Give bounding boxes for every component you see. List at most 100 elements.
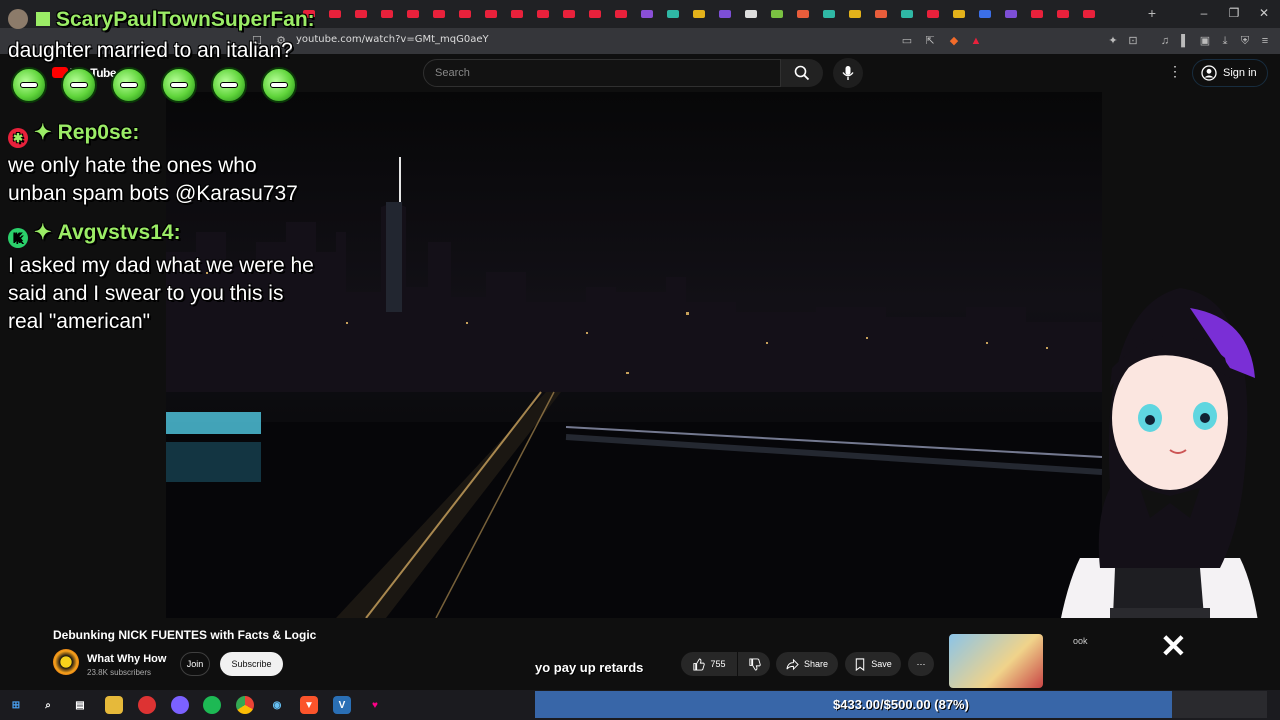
obs-icon[interactable] (138, 696, 156, 714)
downloads-icon[interactable]: ⤓ (1218, 34, 1232, 48)
minimize-icon[interactable]: – (1194, 4, 1214, 22)
more-options-icon[interactable]: ⋮ (1166, 63, 1184, 80)
search-icon[interactable]: ⌕ (39, 696, 57, 714)
channel-name[interactable]: What Why How (87, 653, 166, 665)
sign-in-button[interactable]: Sign in (1192, 59, 1268, 87)
browser-tab[interactable] (950, 5, 968, 23)
windows-start-icon[interactable]: ⊞ (7, 696, 25, 714)
browser-tab[interactable] (1028, 5, 1046, 23)
vscode-icon[interactable]: V (333, 696, 351, 714)
chrome-icon[interactable] (236, 696, 254, 714)
share-page-icon[interactable]: ⇱ (923, 34, 937, 48)
pepe-emote-icon (111, 67, 147, 103)
browser-tab[interactable] (846, 5, 864, 23)
browser-tab[interactable] (612, 5, 630, 23)
sidebar-icon[interactable]: ▌ (1178, 34, 1192, 48)
more-actions-icon[interactable]: ⋯ (908, 652, 934, 676)
sparkle-badge-icon: ✦ (34, 121, 52, 144)
browser-tab[interactable] (976, 5, 994, 23)
chat-message: ✱ ✦ Rep0se: we only hate the ones who unban… (8, 121, 298, 205)
app-icon[interactable]: ♥ (366, 696, 384, 714)
browser-tab[interactable] (690, 5, 708, 23)
kick-badge-icon: K (8, 228, 28, 248)
browser-tab[interactable] (352, 5, 370, 23)
search-icon (794, 65, 810, 81)
chat-author: ScaryPaulTownSuperFan: (8, 8, 338, 32)
screenshot-icon[interactable]: ⊡ (1126, 34, 1140, 48)
browser-tab[interactable] (378, 5, 396, 23)
close-window-icon[interactable]: ✕ (1254, 4, 1274, 22)
steam-icon[interactable]: ◉ (268, 696, 286, 714)
browser-tab[interactable] (560, 5, 578, 23)
browser-tab[interactable] (794, 5, 812, 23)
browser-tab[interactable] (768, 5, 786, 23)
browser-tab[interactable] (638, 5, 656, 23)
browser-tab[interactable] (456, 5, 474, 23)
like-button[interactable]: 755 (681, 652, 737, 676)
wallet-icon[interactable]: ▣ (1198, 34, 1212, 48)
avatar (8, 9, 28, 29)
browser-tab[interactable] (586, 5, 604, 23)
stream-overlay-text: yo pay up retards (535, 660, 644, 675)
gift-icon (36, 12, 50, 26)
app-icon[interactable] (171, 696, 189, 714)
browser-tab[interactable] (742, 5, 760, 23)
share-button[interactable]: Share (776, 652, 838, 676)
task-view-icon[interactable]: ▤ (71, 696, 89, 714)
browser-tab[interactable] (534, 5, 552, 23)
pepe-emote-icon (61, 67, 97, 103)
browser-tabs (300, 5, 1098, 23)
media-icon[interactable]: ♫ (1158, 34, 1172, 48)
brave-icon[interactable]: ▼ (300, 696, 318, 714)
account-icon (1201, 65, 1217, 81)
browser-tab[interactable] (924, 5, 942, 23)
browser-tab[interactable] (872, 5, 890, 23)
chat-message: K ✦ Avgvstvs14: I asked my dad what we wer… (8, 221, 314, 333)
browser-tab[interactable] (1054, 5, 1072, 23)
subscribe-button[interactable]: Subscribe (220, 652, 283, 676)
browser-tab[interactable] (482, 5, 500, 23)
microphone-icon (842, 66, 854, 80)
brave-shields-icon[interactable]: ◆ (947, 34, 961, 48)
restore-icon[interactable]: ❐ (1224, 4, 1244, 22)
dislike-button[interactable] (738, 652, 770, 676)
new-tab-button[interactable]: + (1144, 4, 1160, 22)
browser-tab[interactable] (404, 5, 422, 23)
brave-rewards-icon[interactable]: ▲ (969, 34, 983, 48)
join-button[interactable]: Join (180, 652, 210, 676)
donation-goal-text: $433.00/$500.00 (87%) (833, 697, 969, 712)
search-input[interactable]: Search (423, 59, 781, 87)
browser-tab[interactable] (664, 5, 682, 23)
browser-tab[interactable] (430, 5, 448, 23)
browser-tab[interactable] (508, 5, 526, 23)
donation-goal-bar: $433.00/$500.00 (87%) (535, 691, 1267, 718)
video-info-panel: Debunking NICK FUENTES with Facts & Logi… (0, 618, 1280, 690)
browser-tab[interactable] (1080, 5, 1098, 23)
pepe-emote-icon (161, 67, 197, 103)
browser-tab[interactable] (1002, 5, 1020, 23)
subscriber-count: 23.8K subscribers (87, 668, 152, 677)
menu-icon[interactable]: ≡ (1258, 34, 1272, 48)
vpn-icon[interactable]: ⛨ (1238, 34, 1252, 48)
extensions-icon[interactable]: ✦ (1106, 34, 1120, 48)
browser-tab[interactable] (898, 5, 916, 23)
search-button[interactable] (781, 59, 823, 87)
recommended-thumbnail[interactable] (949, 634, 1043, 688)
share-icon (786, 658, 799, 670)
pepe-emote-icon (211, 67, 247, 103)
pepe-emote-icon (11, 67, 47, 103)
browser-tab[interactable] (820, 5, 838, 23)
save-button[interactable]: Save (845, 652, 901, 676)
windows-taskbar: ⊞ ⌕ ▤ ◉ ▼ V ♥ $433.00/$500.00 (87%) (0, 690, 1280, 720)
spotify-icon[interactable] (203, 696, 221, 714)
close-overlay-icon: ✕ (1160, 628, 1187, 664)
channel-avatar[interactable] (53, 649, 79, 675)
browser-tab[interactable] (716, 5, 734, 23)
screen-cast-icon[interactable]: ▭ (900, 34, 914, 48)
recommended-label[interactable]: ook (1073, 636, 1088, 646)
thumbs-down-icon (748, 657, 761, 671)
file-explorer-icon[interactable] (105, 696, 123, 714)
chat-message: ScaryPaulTownSuperFan: (8, 8, 338, 32)
chat-badge-icon: ✱ (8, 128, 28, 148)
voice-search-button[interactable] (833, 58, 863, 88)
